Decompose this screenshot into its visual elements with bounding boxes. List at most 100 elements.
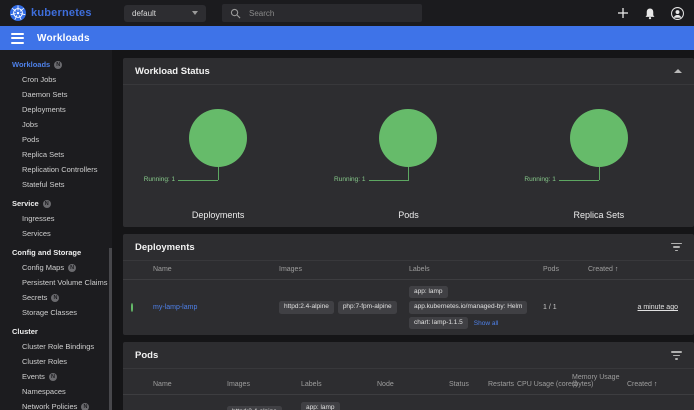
label-chip: app: lamp xyxy=(301,402,340,410)
page-title: Workloads xyxy=(37,33,90,44)
top-bar: kubernetes default xyxy=(0,0,694,26)
app-bar: Workloads xyxy=(0,26,694,50)
brand[interactable]: kubernetes xyxy=(10,5,110,21)
deployments-table-header: Name Images Labels Pods Created↑ xyxy=(123,261,694,280)
sidebar-item-ingresses[interactable]: Ingresses xyxy=(0,211,112,226)
column-header-cpu-usage: CPU Usage (cores) xyxy=(517,381,572,388)
collapse-card-button[interactable] xyxy=(674,69,682,73)
column-header-status: Status xyxy=(449,381,488,388)
search-bar[interactable] xyxy=(222,4,422,22)
label-chip: chart: lamp-1.1.5 xyxy=(409,317,468,329)
pods-card: Pods Name Images Labels Node Status Rest… xyxy=(123,342,694,410)
chevron-down-icon xyxy=(192,11,198,15)
sidebar-item-cluster-role-bindings[interactable]: Cluster Role Bindings xyxy=(0,339,112,354)
namespaced-badge-icon: N xyxy=(49,373,57,381)
sidebar-item-namespaces[interactable]: Namespaces xyxy=(0,384,112,399)
deployments-donut-chart: Running: 1 Deployments xyxy=(123,85,313,227)
column-header-labels: Labels xyxy=(409,266,543,273)
column-header-pods: Pods xyxy=(543,266,588,273)
search-input[interactable] xyxy=(249,9,414,18)
sidebar-item-events[interactable]: Events N xyxy=(0,369,112,384)
pods-title: Pods xyxy=(135,350,158,361)
sidebar-item-deployments[interactable]: Deployments xyxy=(0,102,112,117)
namespaced-badge-icon: N xyxy=(43,200,51,208)
sidebar-item-service[interactable]: Service N xyxy=(0,196,112,211)
namespaced-badge-icon: N xyxy=(68,264,76,272)
column-header-created[interactable]: Created↑ xyxy=(627,381,694,388)
column-header-images: Images xyxy=(279,266,409,273)
donut-running-slice xyxy=(379,109,437,167)
column-header-memory-usage: Memory Usage (bytes) xyxy=(572,374,627,388)
image-chip: php:7-fpm-alpine xyxy=(338,301,397,313)
kubernetes-dashboard: kubernetes default xyxy=(0,0,694,410)
sidebar-item-daemon-sets[interactable]: Daemon Sets xyxy=(0,87,112,102)
namespaced-badge-icon: N xyxy=(54,61,62,69)
deployments-title: Deployments xyxy=(135,242,195,253)
status-ok-icon xyxy=(131,303,133,312)
sidebar-item-cron-jobs[interactable]: Cron Jobs xyxy=(0,72,112,87)
sidebar-item-network-policies[interactable]: Network Policies N xyxy=(0,399,112,410)
sidebar-item-secrets[interactable]: Secrets N xyxy=(0,290,112,305)
created-timestamp: a minute ago xyxy=(638,304,678,311)
workload-status-title: Workload Status xyxy=(135,66,210,77)
replica-sets-donut-chart: Running: 1 Replica Sets xyxy=(504,85,694,227)
label-chip: app.kubernetes.io/managed-by: Helm xyxy=(409,301,527,313)
label-chip: app: lamp xyxy=(409,286,448,298)
running-annotation: Running: 1 xyxy=(144,176,175,183)
running-annotation: Running: 1 xyxy=(524,176,555,183)
donut-running-slice xyxy=(570,109,628,167)
pods-ratio: 1 / 1 xyxy=(543,304,588,311)
sidebar-item-replication-controllers[interactable]: Replication Controllers xyxy=(0,162,112,177)
chart-label: Replica Sets xyxy=(504,210,694,220)
menu-button[interactable] xyxy=(11,33,24,44)
column-header-node: Node xyxy=(377,381,449,388)
sidebar-nav: Workloads N Cron Jobs Daemon Sets Deploy… xyxy=(0,50,112,410)
create-button[interactable] xyxy=(617,7,629,19)
show-all-link[interactable]: Show all xyxy=(474,320,499,327)
top-actions xyxy=(617,7,684,20)
sidebar-item-storage-classes[interactable]: Storage Classes xyxy=(0,305,112,320)
namespace-select[interactable]: default xyxy=(124,5,206,22)
sidebar-item-workloads[interactable]: Workloads N xyxy=(0,57,112,72)
chart-label: Deployments xyxy=(123,210,313,220)
sidebar-item-pods[interactable]: Pods xyxy=(0,132,112,147)
column-header-created[interactable]: Created↑ xyxy=(588,266,694,273)
namespaced-badge-icon: N xyxy=(51,294,59,302)
chart-label: Pods xyxy=(313,210,503,220)
notifications-button[interactable] xyxy=(644,7,656,20)
sidebar-item-cluster-roles[interactable]: Cluster Roles xyxy=(0,354,112,369)
kubernetes-logo-icon xyxy=(10,5,26,21)
deployment-name-link[interactable]: my-lamp-lamp xyxy=(153,304,197,311)
namespaced-badge-icon: N xyxy=(81,403,89,410)
sidebar-item-services[interactable]: Services xyxy=(0,226,112,241)
donut-running-slice xyxy=(189,109,247,167)
workload-status-card: Workload Status Running: 1 Deployments R… xyxy=(123,58,694,227)
namespace-value: default xyxy=(132,9,156,18)
search-icon xyxy=(230,8,241,19)
sidebar-section-cluster: Cluster xyxy=(0,324,112,339)
sidebar-item-config-maps[interactable]: Config Maps N xyxy=(0,260,112,275)
running-annotation: Running: 1 xyxy=(334,176,365,183)
filter-icon[interactable] xyxy=(671,351,682,360)
pods-table-header: Name Images Labels Node Status Restarts … xyxy=(123,369,694,395)
column-header-restarts: Restarts xyxy=(488,381,517,388)
image-chip: httpd:2.4-alpine xyxy=(279,301,334,313)
sort-ascending-icon: ↑ xyxy=(615,266,619,273)
sidebar-item-stateful-sets[interactable]: Stateful Sets xyxy=(0,177,112,192)
filter-icon[interactable] xyxy=(671,243,682,252)
column-header-labels: Labels xyxy=(301,381,377,388)
sidebar-section-config-and-storage: Config and Storage xyxy=(0,245,112,260)
table-row: my-lamp-lamp-5fd985cf68-jwvz4 httpd:2.4-… xyxy=(123,395,694,410)
sort-ascending-icon: ↑ xyxy=(654,381,658,388)
sidebar-item-persistent-volume-claims[interactable]: Persistent Volume Claims N xyxy=(0,275,112,290)
namespaced-badge-icon: N xyxy=(111,279,112,287)
column-header-name: Name xyxy=(153,381,227,388)
column-header-name: Name xyxy=(153,266,279,273)
account-button[interactable] xyxy=(671,7,684,20)
pods-donut-chart: Running: 1 Pods xyxy=(313,85,503,227)
sidebar-item-replica-sets[interactable]: Replica Sets xyxy=(0,147,112,162)
deployments-card: Deployments Name Images Labels Pods Crea… xyxy=(123,234,694,335)
sidebar-item-jobs[interactable]: Jobs xyxy=(0,117,112,132)
table-row: my-lamp-lamp httpd:2.4-alpine php:7-fpm-… xyxy=(123,280,694,335)
workload-status-charts: Running: 1 Deployments Running: 1 Pods R… xyxy=(123,85,694,227)
